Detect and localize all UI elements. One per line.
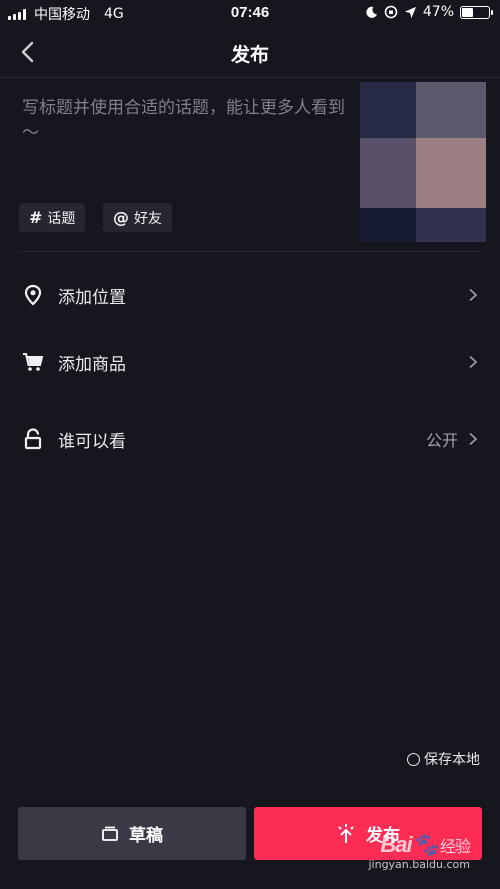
location-arrow-icon [404, 6, 416, 18]
draft-button[interactable]: 草稿 [18, 807, 246, 860]
watermark-url: jingyan.baidu.com [368, 858, 470, 871]
chevron-right-icon [469, 355, 478, 369]
topic-chip[interactable]: # 话题 [19, 203, 86, 232]
nav-bar: 发布 [0, 26, 500, 78]
battery-percent: 47% [422, 4, 454, 20]
add-location-row[interactable]: 添加位置 [0, 272, 500, 318]
publish-icon [338, 823, 354, 843]
chevron-right-icon [469, 432, 478, 446]
save-local-label: 保存本地 [424, 752, 480, 768]
mention-chip[interactable]: @ 好友 [103, 203, 172, 232]
radio-icon [407, 752, 420, 766]
visibility-label: 谁可以看 [58, 431, 126, 452]
draft-box-icon [102, 826, 118, 841]
add-product-label: 添加商品 [58, 354, 126, 375]
add-product-row[interactable]: 添加商品 [0, 339, 500, 385]
rotation-lock-icon [384, 5, 398, 19]
draft-button-label: 草稿 [129, 826, 163, 846]
watermark: Bai🐾 经验 jingyan.baidu.com [368, 832, 471, 871]
divider [20, 251, 480, 252]
save-local-toggle[interactable]: 保存本地 [407, 749, 480, 769]
battery-icon [460, 5, 493, 19]
add-location-label: 添加位置 [58, 287, 126, 308]
mention-chip-label: 好友 [134, 210, 162, 227]
status-bar: 中国移动 4G 07:46 47% [0, 0, 500, 26]
unlock-icon [22, 428, 44, 450]
watermark-logo: Bai🐾 经验 [380, 832, 471, 857]
page-title: 发布 [230, 44, 269, 66]
chevron-right-icon [469, 288, 478, 302]
visibility-row[interactable]: 谁可以看 公开 [0, 416, 500, 462]
visibility-value: 公开 [425, 431, 458, 450]
hashtag-icon: # [29, 208, 43, 227]
cover-thumbnail[interactable] [360, 82, 486, 242]
caption-input[interactable]: 写标题并使用合适的话题，能让更多人看到～ [22, 96, 358, 146]
divider [0, 77, 500, 78]
topic-chip-label: 话题 [47, 210, 76, 227]
cart-icon [22, 351, 44, 373]
at-icon: @ [113, 208, 129, 227]
location-pin-icon [22, 284, 44, 306]
moon-icon [366, 6, 377, 18]
